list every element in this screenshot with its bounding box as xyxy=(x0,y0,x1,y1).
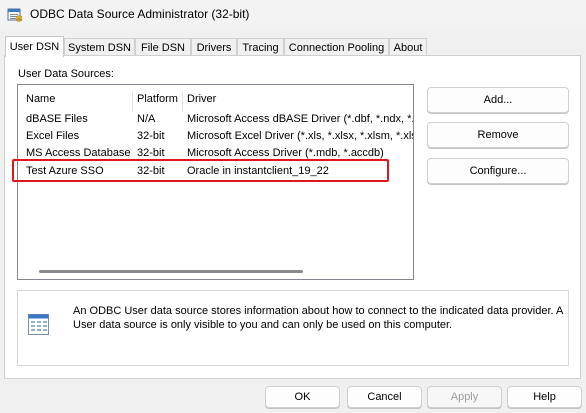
row-driver: Microsoft Access dBASE Driver (*.dbf, *.… xyxy=(187,113,413,125)
table-row[interactable]: Test Azure SSO 32-bit Oracle in instantc… xyxy=(18,163,413,180)
column-header-driver[interactable]: Driver xyxy=(187,93,413,105)
tab-file-dsn[interactable]: File DSN xyxy=(135,38,191,56)
table-row[interactable]: Excel Files 32-bit Microsoft Excel Drive… xyxy=(18,128,413,145)
tab-drivers[interactable]: Drivers xyxy=(191,38,237,56)
row-platform: 32-bit xyxy=(137,165,165,177)
remove-button[interactable]: Remove xyxy=(427,122,569,148)
list-header: Name Platform Driver xyxy=(18,91,413,112)
tab-system-dsn[interactable]: System DSN xyxy=(64,38,135,56)
row-driver: Oracle in instantclient_19_22 xyxy=(187,165,329,177)
odbc-app-icon xyxy=(7,8,23,22)
info-box: An ODBC User data source stores informat… xyxy=(17,290,569,366)
configure-button[interactable]: Configure... xyxy=(427,158,569,184)
help-button[interactable]: Help xyxy=(507,386,582,408)
horizontal-scrollbar[interactable] xyxy=(19,265,412,277)
row-name: MS Access Database xyxy=(26,147,131,159)
ok-button[interactable]: OK xyxy=(265,386,340,408)
tab-user-dsn[interactable]: User DSN xyxy=(5,36,64,57)
column-divider[interactable] xyxy=(132,91,133,112)
scrollbar-thumb[interactable] xyxy=(39,270,303,273)
tab-tracing[interactable]: Tracing xyxy=(237,38,284,56)
column-header-name[interactable]: Name xyxy=(26,93,136,105)
table-row[interactable]: dBASE Files N/A Microsoft Access dBASE D… xyxy=(18,111,413,128)
tab-connection-pooling[interactable]: Connection Pooling xyxy=(284,38,389,56)
cancel-button[interactable]: Cancel xyxy=(347,386,422,408)
row-platform: 32-bit xyxy=(137,147,165,159)
row-driver: Microsoft Excel Driver (*.xls, *.xlsx, *… xyxy=(187,130,413,142)
row-platform: 32-bit xyxy=(137,130,165,142)
column-header-platform[interactable]: Platform xyxy=(137,93,185,105)
user-data-sources-label: User Data Sources: xyxy=(18,68,114,80)
row-name: Test Azure SSO xyxy=(26,165,104,177)
title-bar: ODBC Data Source Administrator (32-bit) xyxy=(0,0,586,29)
row-name: dBASE Files xyxy=(26,113,88,125)
column-divider[interactable] xyxy=(182,91,183,112)
user-data-sources-list[interactable]: Name Platform Driver dBASE Files N/A Mic… xyxy=(17,84,414,280)
table-row[interactable]: MS Access Database 32-bit Microsoft Acce… xyxy=(18,145,413,162)
row-name: Excel Files xyxy=(26,130,80,142)
row-driver: Microsoft Access Driver (*.mdb, *.accdb) xyxy=(187,147,384,159)
window-title: ODBC Data Source Administrator (32-bit) xyxy=(30,7,250,21)
tab-about[interactable]: About xyxy=(389,38,427,56)
info-description: An ODBC User data source stores informat… xyxy=(73,305,563,331)
apply-button[interactable]: Apply xyxy=(427,386,502,408)
row-platform: N/A xyxy=(137,113,156,125)
data-source-icon xyxy=(28,314,49,335)
add-button[interactable]: Add... xyxy=(427,87,569,113)
